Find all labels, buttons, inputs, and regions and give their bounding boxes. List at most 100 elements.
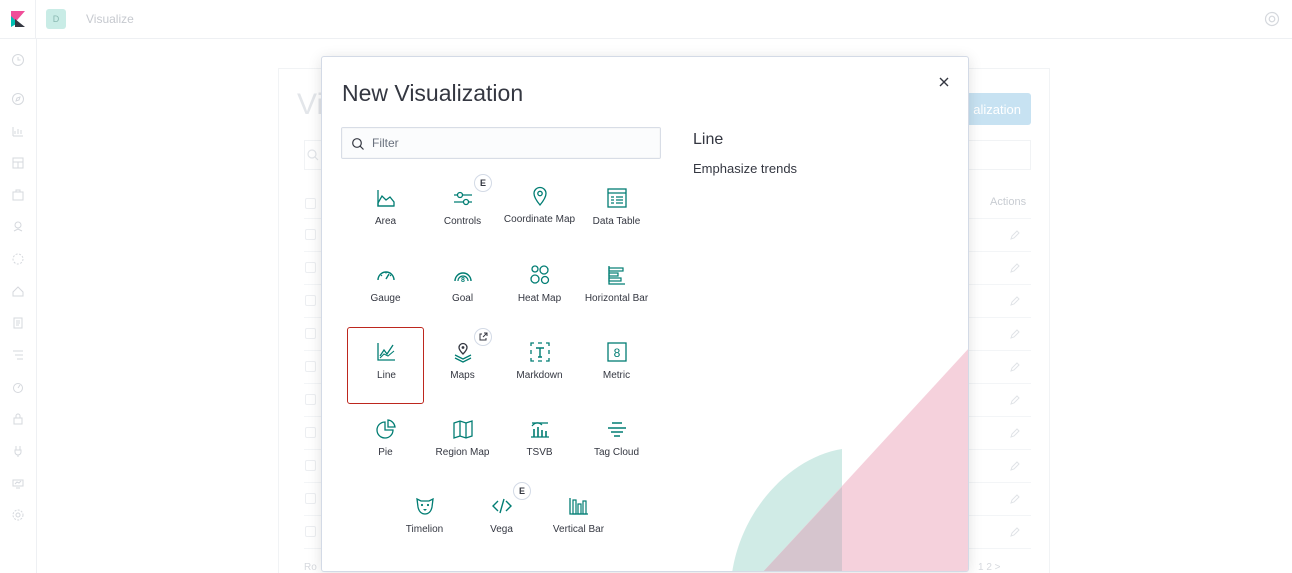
edit-pencil-icon[interactable] [1009, 262, 1021, 274]
row-checkbox[interactable] [305, 394, 316, 405]
tile-label: Line [377, 370, 396, 381]
dashboard-icon[interactable] [11, 156, 25, 170]
search-icon [352, 138, 364, 150]
vis-type-goal[interactable]: 8 Goal [424, 250, 501, 327]
vis-type-tsvb[interactable]: TSVB [501, 404, 578, 481]
siem-icon[interactable] [11, 412, 25, 426]
breadcrumb[interactable]: Visualize [86, 12, 134, 26]
metric-icon: 8 [607, 342, 627, 362]
tile-label: Vega [490, 524, 513, 535]
vis-type-horizontal-bar[interactable]: Horizontal Bar [578, 250, 655, 327]
infrastructure-icon[interactable] [11, 284, 25, 298]
close-icon [939, 77, 949, 87]
row-checkbox[interactable] [305, 427, 316, 438]
tile-label: TSVB [526, 447, 553, 458]
row-checkbox[interactable] [305, 361, 316, 372]
ml-icon[interactable] [11, 252, 25, 266]
row-checkbox[interactable] [305, 229, 316, 240]
tile-label: Vertical Bar [552, 524, 605, 535]
tile-label: Tag Cloud [593, 447, 640, 458]
pagination[interactable]: 1 2 > [978, 562, 1001, 573]
help-icon[interactable] [1264, 11, 1280, 27]
row-checkbox[interactable] [305, 460, 316, 471]
experimental-badge: E [474, 174, 492, 192]
new-visualization-modal: New Visualization Line Emphasize trends … [321, 56, 969, 572]
tile-label: Pie [378, 447, 393, 458]
vega-icon [492, 498, 512, 514]
vis-type-vega[interactable]: E Vega [463, 481, 540, 558]
edit-pencil-icon[interactable] [1009, 295, 1021, 307]
logs-icon[interactable] [11, 316, 25, 330]
horizontal-bar-icon [608, 266, 625, 285]
uptime-icon[interactable] [11, 380, 25, 394]
vis-type-metric[interactable]: 8 Metric [578, 327, 655, 404]
vis-type-gauge[interactable]: Gauge [347, 250, 424, 327]
vis-type-markdown[interactable]: Markdown [501, 327, 578, 404]
gauge-icon [377, 271, 395, 281]
edit-pencil-icon[interactable] [1009, 229, 1021, 241]
edit-pencil-icon[interactable] [1009, 460, 1021, 472]
search-icon [307, 149, 319, 161]
tag-cloud-icon [608, 422, 626, 437]
close-modal-button[interactable] [936, 74, 952, 90]
apm-icon[interactable] [11, 348, 25, 362]
vis-type-region-map[interactable]: Region Map [424, 404, 501, 481]
maps-nav-icon[interactable] [11, 220, 25, 234]
tile-label: Gauge [370, 293, 401, 304]
vis-type-tag-cloud[interactable]: Tag Cloud [578, 404, 655, 481]
row-checkbox[interactable] [305, 328, 316, 339]
external-link-badge [474, 328, 492, 346]
row-checkbox[interactable] [305, 526, 316, 537]
svg-text:8: 8 [614, 346, 621, 360]
kibana-logo[interactable] [0, 0, 36, 39]
maps-icon [454, 342, 472, 363]
markdown-icon [530, 342, 550, 362]
modal-title: New Visualization [342, 80, 524, 106]
vis-type-line[interactable]: Line [347, 327, 424, 404]
kibana-logo-icon [10, 11, 25, 27]
visualize-icon[interactable] [11, 124, 25, 138]
vis-type-vertical-bar[interactable]: Vertical Bar [540, 481, 617, 558]
timelion-icon [416, 497, 434, 515]
vis-type-coordinate-map[interactable]: Coordinate Map [501, 173, 578, 250]
gear-icon[interactable] [11, 508, 25, 522]
tile-label: Data Table [592, 216, 641, 227]
row-checkbox[interactable] [305, 295, 316, 306]
dev-tools-icon[interactable] [11, 444, 25, 458]
vis-type-controls[interactable]: E Controls [424, 173, 501, 250]
vis-type-data-table[interactable]: Data Table [578, 173, 655, 250]
row-checkbox[interactable] [305, 493, 316, 504]
rows-per-page[interactable]: Ro [304, 562, 317, 573]
tile-label: Area [374, 216, 397, 227]
tsvb-icon [531, 422, 549, 438]
tile-label: Metric [602, 370, 631, 381]
filter-input[interactable] [372, 128, 652, 158]
recent-icon[interactable] [11, 53, 25, 67]
edit-pencil-icon[interactable] [1009, 394, 1021, 406]
edit-pencil-icon[interactable] [1009, 361, 1021, 373]
select-all-checkbox[interactable] [305, 198, 316, 209]
discover-icon[interactable] [11, 92, 25, 106]
edit-pencil-icon[interactable] [1009, 493, 1021, 505]
vis-type-pie[interactable]: Pie [347, 404, 424, 481]
selected-type-description: Emphasize trends [693, 161, 798, 176]
edit-pencil-icon[interactable] [1009, 526, 1021, 538]
edit-pencil-icon[interactable] [1009, 427, 1021, 439]
heatmap-icon [530, 265, 550, 285]
vis-type-timelion[interactable]: Timelion [386, 481, 463, 558]
edit-pencil-icon[interactable] [1009, 328, 1021, 340]
canvas-icon[interactable] [11, 188, 25, 202]
monitoring-icon[interactable] [11, 476, 25, 490]
vis-type-area[interactable]: Area [347, 173, 424, 250]
row-checkbox[interactable] [305, 262, 316, 273]
page-title: Vi [297, 88, 324, 121]
vis-type-heat-map[interactable]: Heat Map [501, 250, 578, 327]
vis-type-maps[interactable]: Maps [424, 327, 501, 404]
tile-label: Maps [450, 370, 475, 381]
selected-type-title: Line [693, 131, 724, 148]
space-avatar[interactable]: D [46, 9, 66, 29]
filter-field[interactable] [341, 127, 661, 159]
pie-chart-icon [376, 419, 396, 439]
area-chart-icon [377, 190, 395, 207]
tile-label: Horizontal Bar [584, 293, 649, 304]
